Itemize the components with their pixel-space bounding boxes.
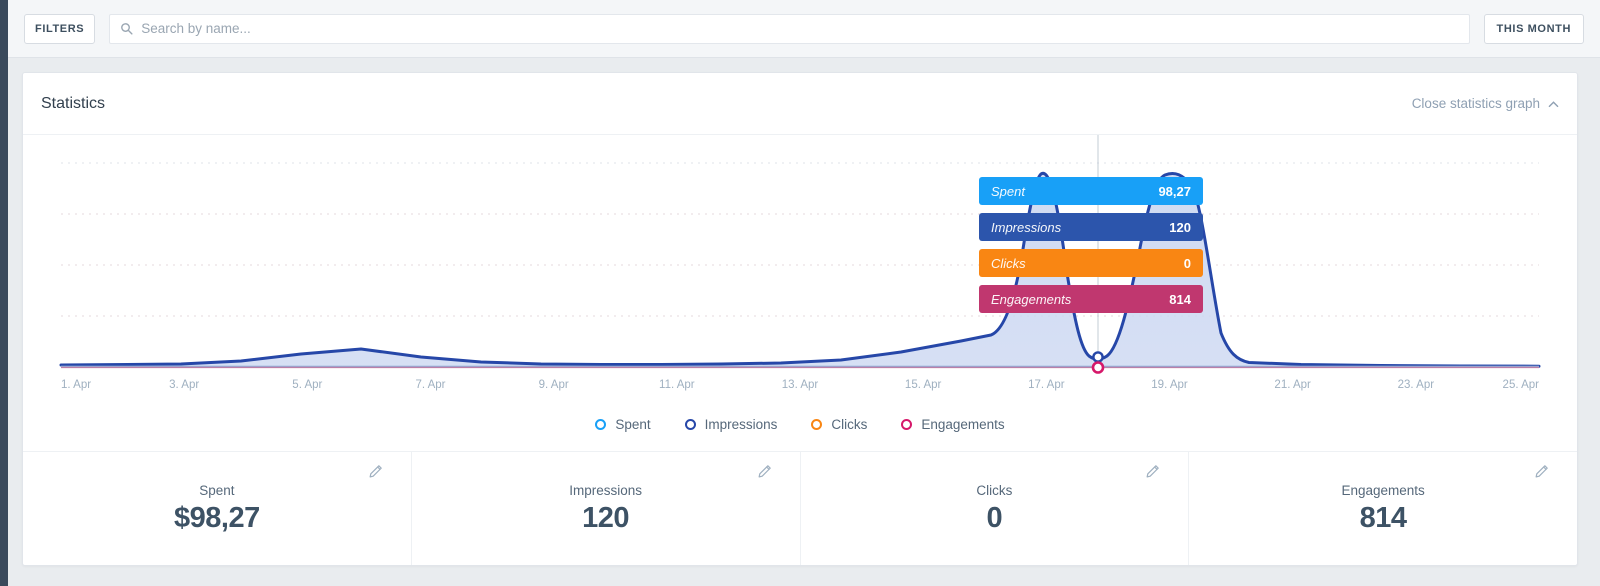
x-axis-tick: 25. Apr: [1502, 379, 1539, 391]
search-icon: [120, 22, 133, 35]
pencil-icon[interactable]: [1534, 464, 1549, 479]
legend-marker-icon: [901, 419, 913, 430]
legend-item-label: Spent: [615, 417, 651, 432]
stat-card-value: 0: [986, 501, 1003, 534]
legend-item-clicks[interactable]: Clicks: [811, 417, 867, 432]
impressions-line: [59, 171, 1541, 368]
chevron-up-icon: [1548, 98, 1559, 109]
legend-item-impressions[interactable]: Impressions: [684, 417, 778, 432]
chart-plot-area[interactable]: [59, 135, 1541, 374]
tooltip-impressions-value: 120: [1169, 219, 1191, 235]
tooltip-engagements: Engagements 814: [979, 285, 1203, 313]
legend-item-label: Engagements: [921, 417, 1005, 432]
tooltip-engagements-label: Engagements: [991, 291, 1072, 307]
stat-card-value: 120: [582, 501, 630, 534]
legend-marker-icon: [684, 419, 696, 430]
tooltip-clicks-label: Clicks: [991, 255, 1026, 271]
x-axis-tick: 1. Apr: [61, 379, 92, 391]
stat-card-row: Spent $98,27 Impressions 120 Clicks 0 Engageme…: [23, 451, 1577, 565]
chart-x-axis: 1. Apr 3. Apr 5. Apr 7. Apr 9. Apr 11. Apr 13.…: [61, 379, 1539, 395]
impressions-area: [61, 173, 1539, 368]
legend-item-engagements[interactable]: Engagements: [901, 417, 1005, 432]
filters-button[interactable]: FILTERS: [24, 13, 96, 44]
search-field-wrapper[interactable]: [109, 13, 1470, 44]
stat-card-spent: Spent $98,27: [23, 452, 412, 565]
stat-card-value: 814: [1359, 501, 1407, 534]
chart-gridlines: [61, 162, 1539, 317]
stat-card-label: Engagements: [1341, 482, 1425, 498]
chart-legend: Spent Impressions Clicks Engagements: [23, 417, 1577, 432]
stat-card-label: Spent: [199, 482, 235, 498]
tooltip-clicks: Clicks 0: [979, 249, 1203, 277]
x-axis-tick: 23. Apr: [1397, 379, 1435, 391]
chart-zone: Spent 98,27 Impressions 120 Clicks 0 Eng…: [23, 135, 1577, 503]
x-axis-tick: 3. Apr: [169, 379, 200, 391]
stat-card-clicks: Clicks 0: [801, 452, 1190, 565]
close-statistics-graph-label: Close statistics graph: [1411, 96, 1540, 111]
stat-card-impressions: Impressions 120: [412, 452, 801, 565]
tooltip-engagements-value: 814: [1169, 291, 1191, 307]
legend-item-spent[interactable]: Spent: [595, 417, 651, 432]
chart-svg: [59, 135, 1541, 374]
x-axis-tick: 5. Apr: [292, 379, 323, 391]
statistics-card-header: Statistics Close statistics graph: [23, 73, 1577, 135]
x-axis-tick: 19. Apr: [1151, 379, 1188, 391]
period-selector-label: THIS MONTH: [1496, 22, 1571, 35]
stat-card-engagements: Engagements 814: [1189, 452, 1577, 565]
x-axis-tick: 13. Apr: [781, 379, 819, 391]
stat-card-value: $98,27: [174, 501, 260, 534]
tooltip-impressions-label: Impressions: [991, 219, 1062, 235]
pencil-icon[interactable]: [368, 464, 383, 479]
legend-item-label: Impressions: [704, 417, 778, 432]
x-axis-tick: 11. Apr: [659, 379, 695, 391]
filters-button-label: FILTERS: [35, 22, 85, 35]
page-title: Statistics: [41, 94, 106, 112]
top-toolbar: FILTERS THIS MONTH: [8, 0, 1600, 58]
tooltip-impressions: Impressions 120: [979, 213, 1203, 241]
statistics-card: Statistics Close statistics graph Spent …: [22, 72, 1578, 566]
impressions-hover-marker: [1092, 351, 1104, 363]
tooltip-spent: Spent 98,27: [979, 177, 1203, 205]
pencil-icon[interactable]: [757, 464, 772, 479]
x-axis-tick: 7. Apr: [415, 379, 446, 391]
left-rail: [0, 0, 8, 586]
legend-item-label: Clicks: [831, 417, 868, 432]
search-input[interactable]: [141, 21, 1459, 36]
close-statistics-graph-link[interactable]: Close statistics graph: [1412, 96, 1559, 111]
stat-card-label: Clicks: [976, 482, 1013, 498]
legend-marker-icon: [811, 419, 823, 430]
x-axis-tick: 15. Apr: [904, 379, 942, 391]
stat-card-label: Impressions: [569, 482, 643, 498]
tooltip-clicks-value: 0: [1183, 255, 1191, 271]
x-axis-tick: 9. Apr: [538, 379, 569, 391]
hover-tooltip-stack: Spent 98,27 Impressions 120 Clicks 0 Eng…: [979, 177, 1203, 313]
x-axis-tick: 21. Apr: [1274, 379, 1311, 391]
period-selector-button[interactable]: THIS MONTH: [1483, 13, 1584, 44]
legend-marker-icon: [595, 419, 607, 430]
x-axis-tick: 17. Apr: [1028, 379, 1065, 391]
engagements-hover-marker: [1091, 361, 1105, 374]
tooltip-spent-label: Spent: [991, 183, 1025, 199]
tooltip-spent-value: 98,27: [1158, 183, 1191, 199]
pencil-icon[interactable]: [1145, 464, 1160, 479]
